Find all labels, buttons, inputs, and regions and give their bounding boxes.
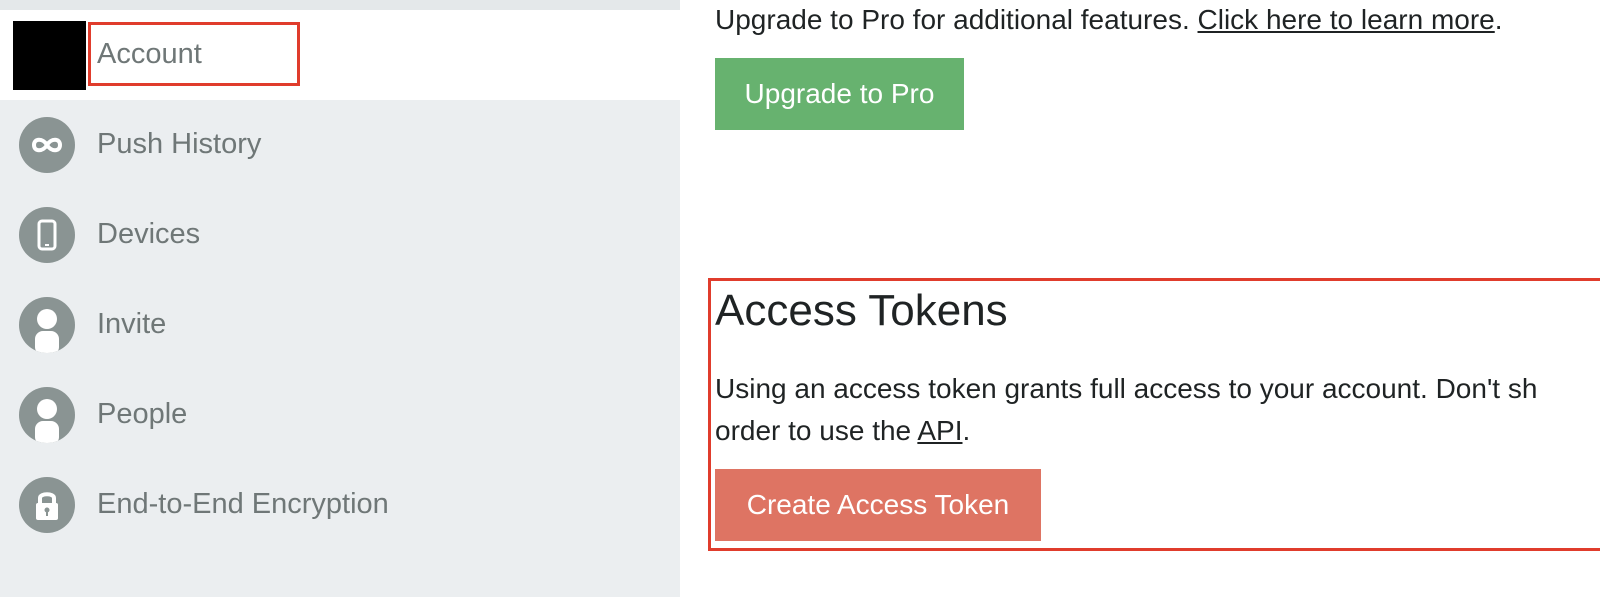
upgrade-message: Upgrade to Pro for additional features. … [715, 4, 1503, 36]
upgrade-text: Upgrade to Pro for additional features. [715, 4, 1190, 35]
description-line-2: order to use the API. [715, 410, 1595, 452]
access-tokens-heading: Access Tokens [715, 286, 1008, 335]
description-line-1: Using an access token grants full access… [715, 373, 1538, 404]
sidebar-item-people[interactable]: People [0, 370, 680, 460]
sidebar-item-invite[interactable]: Invite [0, 280, 680, 370]
api-link[interactable]: API [917, 415, 962, 446]
main-content: Upgrade to Pro for additional features. … [680, 0, 1600, 597]
sidebar-item-label: End-to-End Encryption [97, 488, 389, 520]
person-icon [19, 297, 75, 353]
sidebar-item-label: People [97, 398, 188, 430]
learn-more-link[interactable]: Click here to learn more [1198, 4, 1495, 35]
upgrade-to-pro-button[interactable]: Upgrade to Pro [715, 58, 964, 130]
description-period: . [962, 415, 971, 446]
sidebar: Account Push History Devices Invite Peop… [0, 0, 680, 597]
sidebar-item-encryption[interactable]: End-to-End Encryption [0, 460, 680, 550]
sidebar-item-label: Invite [97, 308, 167, 340]
sidebar-item-label: Devices [97, 218, 201, 250]
description-line-2-text: order to use the [715, 415, 912, 446]
person-icon [19, 387, 75, 443]
account-avatar [13, 21, 86, 90]
account-highlight-box [88, 22, 300, 86]
sidebar-item-label: Push History [97, 128, 262, 160]
phone-icon [19, 207, 75, 263]
sidebar-item-devices[interactable]: Devices [0, 190, 680, 280]
upgrade-period: . [1494, 4, 1503, 35]
infinity-icon [19, 117, 75, 173]
sidebar-item-push-history[interactable]: Push History [0, 100, 680, 190]
sidebar-top-strip [0, 0, 680, 10]
access-tokens-description: Using an access token grants full access… [715, 368, 1595, 452]
lock-icon [19, 477, 75, 533]
create-access-token-button[interactable]: Create Access Token [715, 469, 1041, 541]
